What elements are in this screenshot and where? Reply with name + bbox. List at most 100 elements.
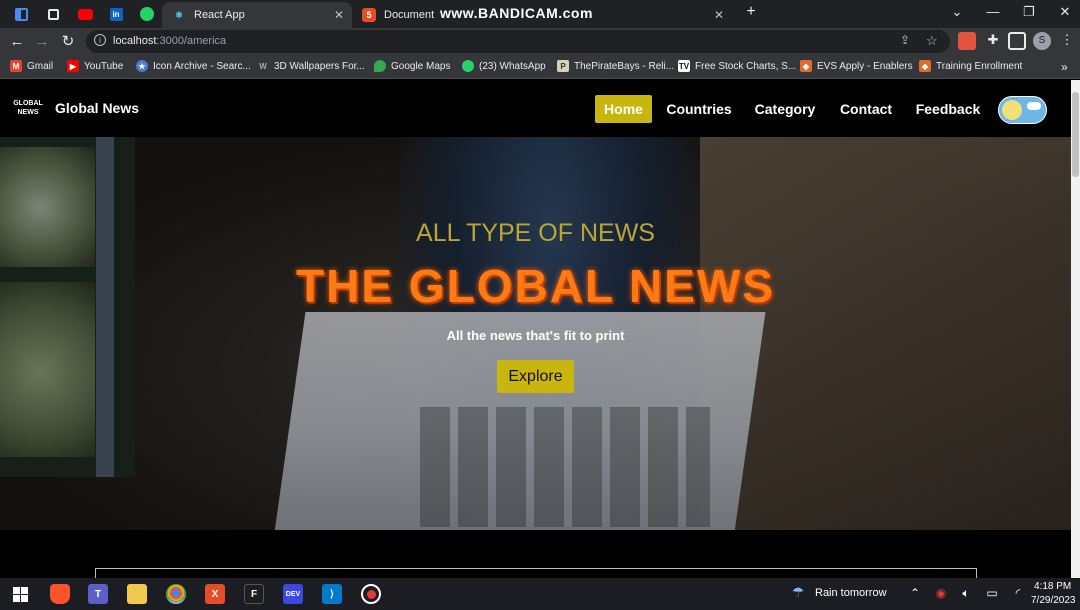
nav-feedback[interactable]: Feedback — [913, 95, 983, 123]
explore-button[interactable]: Explore — [497, 360, 574, 393]
site-navbar: GLOBAL NEWS Global News Home Countries C… — [0, 80, 1071, 137]
bookmarks-bar: M Gmail ▶ YouTube ★ Icon Archive - Searc...… — [0, 55, 1080, 79]
bookmark-piratebays[interactable]: P ThePirateBays - Reli... — [557, 60, 674, 72]
cloud-icon — [1027, 102, 1041, 110]
bookmark-label: EVS Apply - Enablers — [817, 60, 913, 72]
bookmark-google-maps[interactable]: Google Maps — [374, 60, 450, 72]
whatsapp-icon — [462, 60, 474, 72]
menu-kebab-icon[interactable]: ⋮ — [1058, 32, 1076, 50]
hero-banner: ALL TYPE OF NEWS THE GLOBAL NEWS All the… — [0, 137, 1071, 530]
url-path: :3000/america — [156, 35, 227, 47]
bookmark-evs-apply[interactable]: ◆ EVS Apply - Enablers — [800, 60, 913, 72]
tab-react-app[interactable]: ⚛ React App ✕ — [162, 2, 352, 28]
window-close-icon[interactable]: ✕ — [1050, 4, 1080, 20]
html-icon: 5 — [362, 8, 376, 22]
tab-actions-icon[interactable] — [38, 4, 68, 24]
figma-icon[interactable]: F — [244, 584, 264, 604]
more-bookmarks-icon[interactable]: » — [1061, 60, 1068, 74]
extension-icon[interactable] — [958, 32, 976, 50]
site-info-icon[interactable]: i — [94, 34, 106, 46]
chrome-icon[interactable] — [166, 584, 186, 604]
bookmark-star-icon[interactable]: ☆ — [926, 33, 938, 49]
pirate-icon: P — [557, 60, 569, 72]
clock-time[interactable]: 4:18 PM — [1034, 581, 1071, 592]
vscode-icon[interactable]: ⟩ — [322, 584, 342, 604]
windows-taskbar: T X F DEV ⟩ ☂ Rain tomorrow ⌃ ◉ 🔈︎ ▭ ◜ 4… — [0, 578, 1080, 610]
brave-browser-icon[interactable] — [50, 584, 70, 604]
nav-home[interactable]: Home — [595, 95, 652, 123]
site-brand[interactable]: Global News — [55, 100, 139, 116]
dev-community-icon[interactable]: DEV — [283, 584, 303, 604]
bookmark-youtube[interactable]: ▶ YouTube — [67, 60, 123, 72]
restore-icon[interactable]: ❐ — [1014, 4, 1044, 20]
hero-tagline: All the news that's fit to print — [446, 328, 625, 343]
bookmark-label: Google Maps — [391, 60, 451, 72]
new-tab-icon[interactable]: + — [736, 3, 766, 21]
back-icon[interactable]: ← — [7, 32, 27, 52]
address-bar-row: ← → ↻ i localhost:3000/america ⇪ ☆ ✚ S ⋮ — [0, 28, 1080, 55]
url-field[interactable]: i localhost:3000/america ⇪ ☆ — [86, 30, 950, 53]
profile-avatar[interactable]: S — [1033, 32, 1051, 50]
star-icon: ★ — [136, 60, 148, 72]
tab-label: React App — [194, 9, 245, 21]
nav-category[interactable]: Category — [750, 95, 820, 123]
gmail-icon: M — [10, 60, 22, 72]
rain-cloud-icon[interactable]: ☂ — [790, 584, 806, 601]
bookmark-stock-charts[interactable]: TV Free Stock Charts, S... — [678, 60, 796, 72]
battery-icon[interactable]: ▭ — [984, 586, 1000, 600]
evs-icon: ◆ — [800, 60, 812, 72]
tab-label: Document — [384, 9, 435, 21]
extensions-puzzle-icon[interactable]: ✚ — [984, 32, 1002, 50]
share-icon[interactable]: ⇪ — [900, 33, 910, 47]
bookmark-whatsapp[interactable]: (23) WhatsApp — [462, 60, 546, 72]
bookmark-3d-wallpapers[interactable]: W 3D Wallpapers For... — [257, 60, 365, 72]
site-logo[interactable]: GLOBAL NEWS — [10, 95, 46, 121]
pinned-linkedin-icon[interactable]: in — [101, 4, 131, 24]
bookmark-label: Icon Archive - Searc... — [153, 60, 251, 72]
bookmark-label: Gmail — [27, 60, 54, 72]
bookmark-icon-archive[interactable]: ★ Icon Archive - Searc... — [136, 60, 251, 72]
youtube-icon: ▶ — [67, 60, 79, 72]
speaker-icon[interactable]: 🔈︎ — [958, 586, 974, 601]
react-icon: ⚛ — [174, 9, 184, 20]
theme-toggle[interactable] — [998, 96, 1047, 124]
pinned-youtube-icon[interactable] — [70, 4, 100, 24]
nav-contact[interactable]: Contact — [835, 95, 897, 123]
nav-countries[interactable]: Countries — [664, 95, 734, 123]
clock-date[interactable]: 7/29/2023 — [1031, 595, 1076, 606]
windows-start-icon[interactable] — [10, 584, 30, 604]
xampp-icon[interactable]: X — [205, 584, 225, 604]
bookmark-label: Training Enrollment — [936, 60, 1023, 72]
teams-icon[interactable]: T — [88, 584, 108, 604]
tab-search-icon[interactable]: ⌄ — [942, 4, 972, 20]
bookmark-training-enrollment[interactable]: ◆ Training Enrollment — [919, 60, 1022, 72]
pinned-whatsapp-icon[interactable] — [132, 4, 162, 24]
weather-label[interactable]: Rain tomorrow — [815, 587, 887, 599]
page-scrollbar[interactable] — [1071, 80, 1080, 578]
logo-text-bottom: NEWS — [17, 109, 39, 116]
close-tab-icon[interactable]: ✕ — [334, 8, 344, 22]
close-tab-icon[interactable]: ✕ — [714, 8, 724, 22]
content-section-box — [95, 568, 977, 578]
bookmark-gmail[interactable]: M Gmail — [10, 60, 53, 72]
tray-expand-icon[interactable]: ⌃ — [907, 586, 923, 600]
side-panel-icon[interactable] — [1008, 32, 1026, 50]
screen-recorder-icon[interactable] — [361, 584, 381, 604]
reload-icon[interactable]: ↻ — [58, 32, 78, 52]
url-host: localhost — [113, 35, 157, 47]
recording-indicator-icon[interactable]: ◉ — [933, 586, 949, 600]
browser-tab-strip: in ⚛ React App ✕ 5 Document ✕ www.BANDIC… — [0, 0, 1080, 28]
minimize-icon[interactable]: — — [978, 4, 1008, 19]
bookmark-label: ThePirateBays - Reli... — [574, 60, 675, 72]
logo-text-top: GLOBAL — [13, 100, 43, 107]
forward-icon[interactable]: → — [32, 32, 52, 52]
sidebar-toggle-icon[interactable] — [6, 4, 36, 24]
sun-icon — [1002, 100, 1022, 120]
bookmark-label: 3D Wallpapers For... — [274, 60, 365, 72]
web-page: GLOBAL NEWS Global News Home Countries C… — [0, 80, 1071, 578]
scrollbar-thumb[interactable] — [1072, 92, 1079, 177]
w-icon: W — [259, 61, 267, 71]
hero-title: THE GLOBAL NEWS — [296, 260, 775, 312]
wifi-icon[interactable]: ◜ — [1010, 586, 1026, 600]
file-explorer-icon[interactable] — [127, 584, 147, 604]
